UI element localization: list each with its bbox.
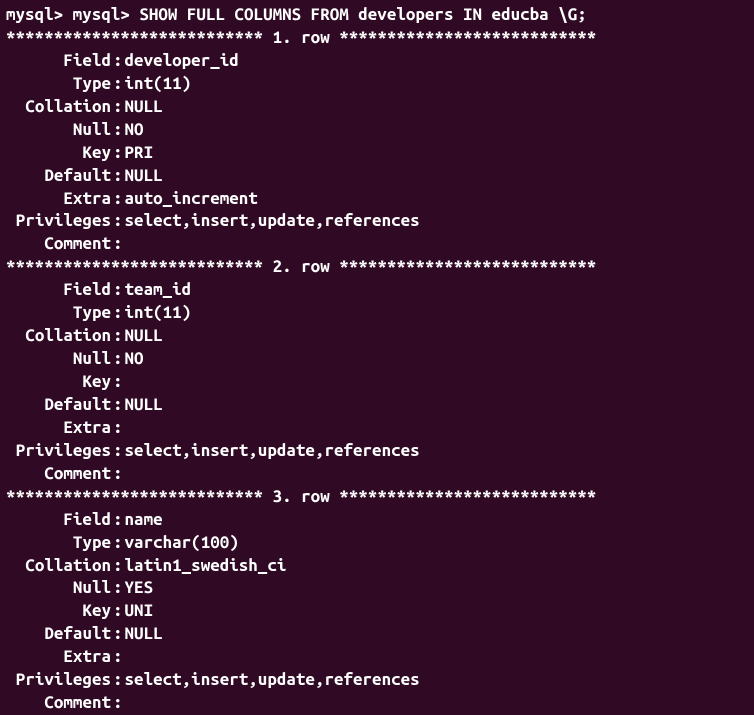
row2-type: Type:int(11): [6, 302, 748, 325]
row1-type: Type:int(11): [6, 73, 748, 96]
row1-field: Field:developer_id: [6, 50, 748, 73]
command-line[interactable]: mysql> mysql> SHOW FULL COLUMNS FROM dev…: [6, 4, 748, 27]
row3-type: Type:varchar(100): [6, 532, 748, 555]
row1-privileges: Privileges:select,insert,update,referenc…: [6, 210, 748, 233]
row3-extra: Extra:: [6, 646, 748, 669]
terminal-output: mysql> mysql> SHOW FULL COLUMNS FROM dev…: [6, 4, 748, 715]
row2-extra: Extra:: [6, 417, 748, 440]
sql-command: SHOW FULL COLUMNS FROM developers IN edu…: [139, 5, 586, 24]
row-header-2: *************************** 2. row *****…: [6, 256, 748, 279]
prompt-1: mysql>: [6, 5, 63, 24]
row3-default: Default:NULL: [6, 623, 748, 646]
row-header-3: *************************** 3. row *****…: [6, 486, 748, 509]
row2-default: Default:NULL: [6, 394, 748, 417]
row1-collation: Collation:NULL: [6, 96, 748, 119]
row3-collation: Collation:latin1_swedish_ci: [6, 555, 748, 578]
row2-field: Field:team_id: [6, 279, 748, 302]
row2-null: Null:NO: [6, 348, 748, 371]
row1-extra: Extra:auto_increment: [6, 188, 748, 211]
row1-default: Default:NULL: [6, 165, 748, 188]
row2-key: Key:: [6, 371, 748, 394]
row2-privileges: Privileges:select,insert,update,referenc…: [6, 440, 748, 463]
row3-field: Field:name: [6, 509, 748, 532]
row2-collation: Collation:NULL: [6, 325, 748, 348]
row1-key: Key:PRI: [6, 142, 748, 165]
prompt-2: mysql>: [73, 5, 130, 24]
row1-null: Null:NO: [6, 119, 748, 142]
row3-key: Key:UNI: [6, 600, 748, 623]
row3-null: Null:YES: [6, 577, 748, 600]
row3-privileges: Privileges:select,insert,update,referenc…: [6, 669, 748, 692]
row1-comment: Comment:: [6, 233, 748, 256]
row-header-1: *************************** 1. row *****…: [6, 27, 748, 50]
row3-comment: Comment:: [6, 692, 748, 715]
row2-comment: Comment:: [6, 463, 748, 486]
